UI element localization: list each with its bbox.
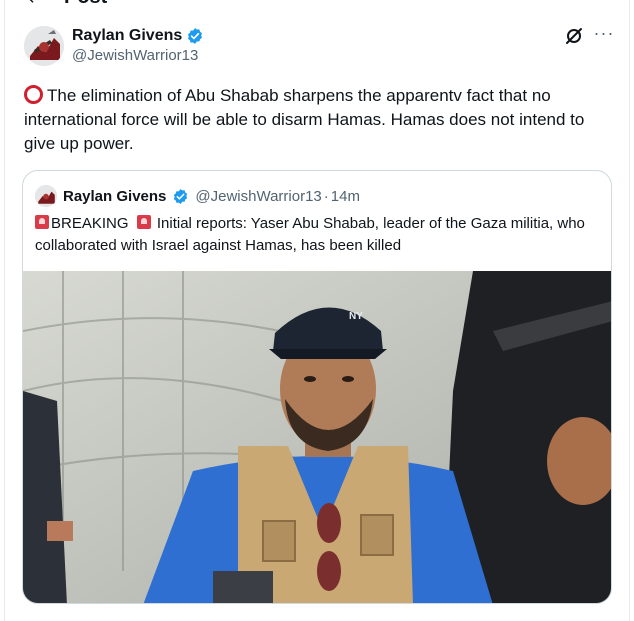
grok-icon[interactable] — [564, 26, 584, 46]
verified-badge-icon — [188, 28, 203, 44]
post-author: Raylan Givens @JewishWarrior13 ··· — [24, 24, 616, 70]
author-names: Raylan Givens @JewishWarrior13 — [72, 27, 204, 64]
quoted-avatar — [35, 185, 57, 207]
post-text-container: The elimination of Abu Shabab sharpens t… — [24, 84, 614, 156]
cap-logo-text: NY — [349, 311, 363, 322]
siren-icon — [35, 215, 49, 229]
quoted-post-text-container: BREAKING Initial reports: Yaser Abu Shab… — [35, 213, 601, 257]
avatar[interactable] — [24, 26, 64, 66]
red-circle-icon — [24, 85, 43, 104]
column-border-right — [629, 0, 630, 621]
back-arrow-icon[interactable] — [24, 0, 42, 6]
quoted-author-display-name: Raylan Givens — [63, 187, 167, 205]
more-options-icon[interactable]: ··· — [592, 24, 616, 46]
page-title: Post — [64, 0, 107, 9]
breaking-label: BREAKING — [51, 215, 129, 232]
time-separator: · — [323, 187, 329, 205]
quoted-post-photo[interactable]: NY — [23, 271, 611, 603]
column-border-left — [4, 0, 5, 621]
quoted-post[interactable]: Raylan Givens @JewishWarrior13 · 14m BRE… — [22, 170, 612, 604]
page-header: Post — [0, 0, 634, 8]
author-handle[interactable]: @JewishWarrior13 — [72, 47, 204, 64]
quoted-post-time: 14m — [330, 187, 360, 205]
siren-icon — [136, 215, 151, 229]
quoted-post-header: Raylan Givens @JewishWarrior13 · 14m — [35, 185, 360, 207]
verified-badge-icon — [174, 188, 188, 204]
quoted-author-handle: @JewishWarrior13 — [195, 187, 322, 205]
post-text: The elimination of Abu Shabab sharpens t… — [24, 86, 585, 153]
author-display-name[interactable]: Raylan Givens — [72, 27, 182, 45]
